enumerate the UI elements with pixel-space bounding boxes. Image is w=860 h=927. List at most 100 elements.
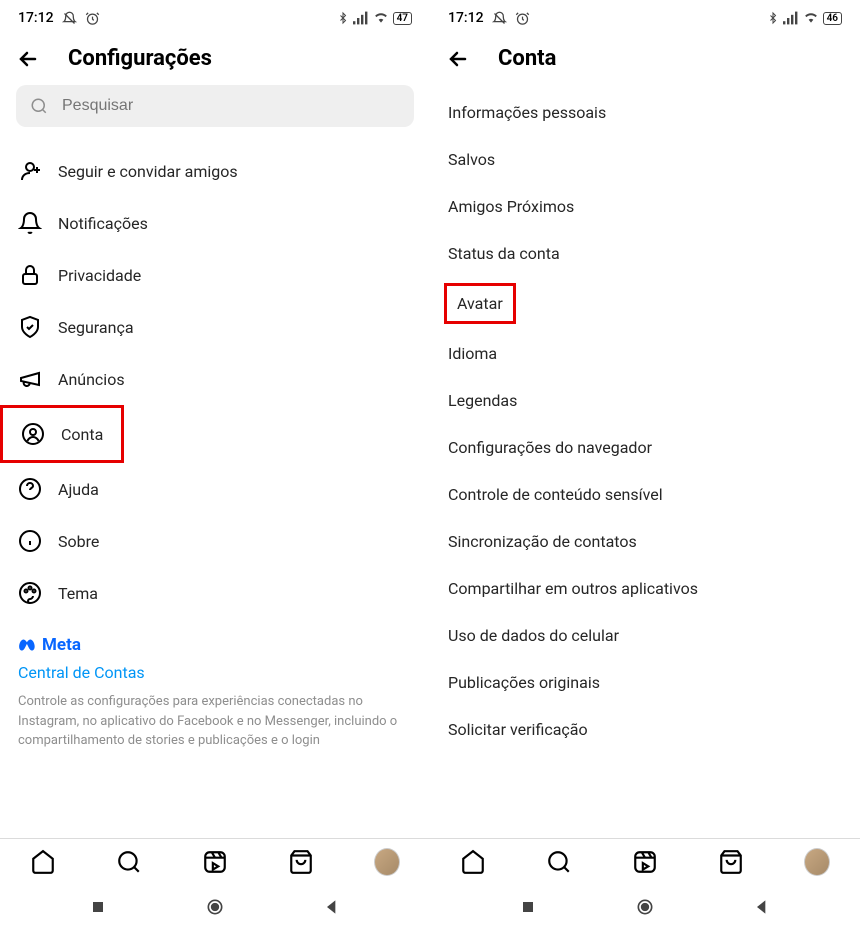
wifi-icon: [373, 11, 389, 25]
settings-item-notifications[interactable]: Notificações: [0, 197, 430, 249]
account-item-original[interactable]: Publicações originais: [430, 659, 860, 706]
bottom-nav: [430, 838, 860, 881]
account-item-captions[interactable]: Legendas: [430, 377, 860, 424]
account-item-contacts-sync[interactable]: Sincronização de contatos: [430, 518, 860, 565]
settings-item-label: Segurança: [58, 318, 134, 337]
settings-item-label: Ajuda: [58, 480, 99, 499]
android-nav: [430, 881, 860, 927]
account-item-sensitive[interactable]: Controle de conteúdo sensível: [430, 471, 860, 518]
settings-item-label: Sobre: [58, 532, 99, 551]
battery-indicator: 46: [823, 12, 842, 25]
android-home-icon[interactable]: [635, 897, 655, 917]
settings-item-label: Conta: [61, 425, 103, 444]
nav-profile-avatar[interactable]: [804, 849, 830, 875]
alarm-icon: [515, 11, 530, 26]
status-time: 17:12: [448, 10, 484, 26]
bell-icon: [18, 211, 42, 235]
nav-shop-icon[interactable]: [718, 849, 744, 875]
account-item-personal-info[interactable]: Informações pessoais: [430, 89, 860, 136]
settings-item-security[interactable]: Segurança: [0, 301, 430, 353]
account-item-verification[interactable]: Solicitar verificação: [430, 706, 860, 753]
signal-icon: [783, 11, 799, 25]
nav-search-icon[interactable]: [116, 849, 142, 875]
back-arrow-icon[interactable]: [446, 47, 470, 71]
page-title: Configurações: [68, 46, 212, 71]
meta-logo-text: Meta: [42, 635, 81, 655]
nav-profile-avatar[interactable]: [374, 849, 400, 875]
status-right: 47: [337, 11, 412, 25]
meta-logo: Meta: [18, 635, 412, 655]
mute-icon: [492, 11, 507, 26]
info-icon: [18, 529, 42, 553]
settings-item-help[interactable]: Ajuda: [0, 463, 430, 515]
lock-icon: [18, 263, 42, 287]
settings-item-ads[interactable]: Anúncios: [0, 353, 430, 405]
account-item-language[interactable]: Idioma: [430, 330, 860, 377]
account-item-share-apps[interactable]: Compartilhar em outros aplicativos: [430, 565, 860, 612]
theme-icon: [18, 581, 42, 605]
status-left: 17:12: [448, 10, 530, 26]
settings-item-follow[interactable]: Seguir e convidar amigos: [0, 145, 430, 197]
account-item-saved[interactable]: Salvos: [430, 136, 860, 183]
signal-icon: [353, 11, 369, 25]
account-icon: [21, 422, 45, 446]
android-back-icon[interactable]: [752, 897, 772, 917]
account-item-mobile-data[interactable]: Uso de dados do celular: [430, 612, 860, 659]
alarm-icon: [85, 11, 100, 26]
battery-indicator: 47: [393, 12, 412, 25]
avatar: [804, 848, 830, 876]
search-icon: [30, 97, 48, 115]
megaphone-icon: [18, 367, 42, 391]
nav-shop-icon[interactable]: [288, 849, 314, 875]
meta-description: Controle as configurações para experiênc…: [18, 692, 412, 751]
header: Configurações: [0, 32, 430, 85]
settings-item-label: Anúncios: [58, 370, 125, 389]
settings-item-about[interactable]: Sobre: [0, 515, 430, 567]
nav-reels-icon[interactable]: [632, 849, 658, 875]
account-list: Informações pessoais Salvos Amigos Próxi…: [430, 85, 860, 838]
settings-list: Seguir e convidar amigos Notificações Pr…: [0, 145, 430, 838]
account-item-avatar[interactable]: Avatar: [444, 283, 516, 324]
search-input[interactable]: [62, 97, 400, 115]
status-right: 46: [767, 11, 842, 25]
wifi-icon: [803, 11, 819, 25]
status-bar: 17:12 46: [430, 0, 860, 32]
header: Conta: [430, 32, 860, 85]
settings-item-label: Seguir e convidar amigos: [58, 162, 238, 181]
settings-screen: 17:12 47 Configurações Seguir e convidar…: [0, 0, 430, 927]
settings-item-label: Tema: [58, 584, 98, 603]
account-screen: 17:12 46 Conta Informações pessoais Salv…: [430, 0, 860, 927]
android-recent-icon[interactable]: [518, 897, 538, 917]
settings-item-label: Privacidade: [58, 266, 141, 285]
settings-item-account[interactable]: Conta: [0, 405, 124, 463]
bluetooth-icon: [767, 11, 779, 25]
nav-reels-icon[interactable]: [202, 849, 228, 875]
bluetooth-icon: [337, 11, 349, 25]
accounts-center-link[interactable]: Central de Contas: [18, 663, 412, 682]
account-item-status[interactable]: Status da conta: [430, 230, 860, 277]
status-time: 17:12: [18, 10, 54, 26]
bottom-nav: [0, 838, 430, 881]
settings-item-label: Notificações: [58, 214, 148, 233]
account-item-browser[interactable]: Configurações do navegador: [430, 424, 860, 471]
avatar: [374, 848, 400, 876]
meta-logo-icon: [18, 638, 38, 652]
settings-item-privacy[interactable]: Privacidade: [0, 249, 430, 301]
account-item-close-friends[interactable]: Amigos Próximos: [430, 183, 860, 230]
shield-icon: [18, 315, 42, 339]
android-back-icon[interactable]: [322, 897, 342, 917]
android-recent-icon[interactable]: [88, 897, 108, 917]
nav-search-icon[interactable]: [546, 849, 572, 875]
android-nav: [0, 881, 430, 927]
android-home-icon[interactable]: [205, 897, 225, 917]
settings-item-theme[interactable]: Tema: [0, 567, 430, 619]
status-left: 17:12: [18, 10, 100, 26]
back-arrow-icon[interactable]: [16, 47, 40, 71]
meta-section: Meta Central de Contas Controle as confi…: [0, 619, 430, 751]
nav-home-icon[interactable]: [460, 849, 486, 875]
mute-icon: [62, 11, 77, 26]
help-icon: [18, 477, 42, 501]
search-box[interactable]: [16, 85, 414, 127]
nav-home-icon[interactable]: [30, 849, 56, 875]
follow-icon: [18, 159, 42, 183]
